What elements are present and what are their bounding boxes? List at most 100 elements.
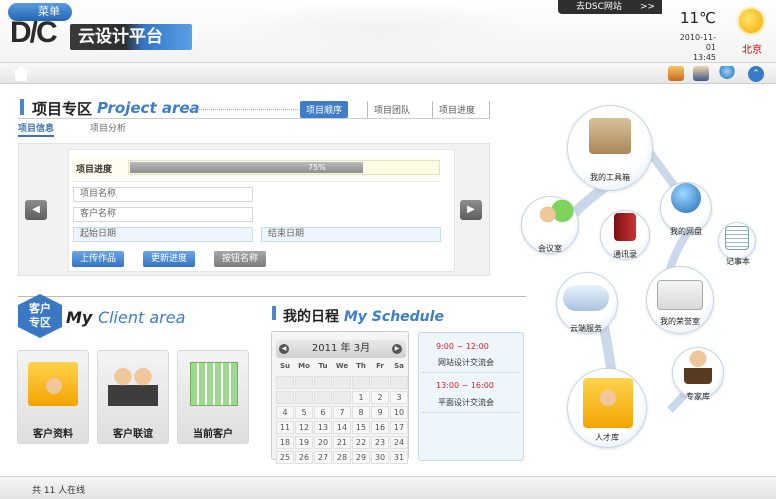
calendar-day[interactable]: 23 bbox=[371, 436, 389, 449]
subtab-project-analysis[interactable]: 项目分析 bbox=[90, 121, 126, 134]
city: 北京 bbox=[742, 45, 762, 56]
cloud-icon bbox=[563, 285, 609, 311]
visit-site-link[interactable]: 去DSC网站 >> bbox=[558, 0, 662, 14]
calendar-day[interactable]: 14 bbox=[333, 421, 351, 434]
bubble-label: 专家库 bbox=[686, 392, 710, 401]
client-name-field[interactable]: 客户名称 bbox=[73, 207, 253, 222]
schedule-title-en: My Schedule bbox=[343, 309, 444, 325]
calendar-day[interactable]: 2 bbox=[371, 391, 389, 404]
next-month-icon[interactable]: ▶ bbox=[392, 344, 402, 354]
calendar-day[interactable]: 6 bbox=[314, 406, 332, 419]
badge-line: 专区 bbox=[29, 316, 51, 329]
event-name[interactable]: 平面设计交流会 bbox=[438, 397, 494, 408]
menu-bar bbox=[0, 62, 776, 84]
date: 2010-11-01 bbox=[679, 33, 716, 52]
client-info-label: 客户资料 bbox=[33, 429, 73, 440]
calendar-day bbox=[276, 376, 294, 389]
calendar-day[interactable]: 27 bbox=[314, 451, 332, 464]
home-icon-body bbox=[15, 73, 27, 81]
graduate-icon bbox=[583, 378, 633, 428]
calendar-day[interactable]: 16 bbox=[371, 421, 389, 434]
logo: D/C bbox=[10, 16, 58, 49]
bubble-label: 通讯录 bbox=[613, 250, 637, 259]
calendar-day[interactable]: 13 bbox=[314, 421, 332, 434]
event-name[interactable]: 网站设计交流会 bbox=[438, 357, 494, 368]
calendar-day bbox=[352, 376, 370, 389]
divider bbox=[189, 109, 298, 110]
globe-icon bbox=[671, 183, 701, 213]
badge-line: 客户 bbox=[29, 302, 51, 315]
prev-month-icon[interactable]: ◀ bbox=[279, 344, 289, 354]
folder-user-icon-person bbox=[46, 378, 62, 394]
calendar-day[interactable]: 24 bbox=[390, 436, 408, 449]
calendar-day[interactable]: 11 bbox=[276, 421, 294, 434]
calendar-day[interactable]: 22 bbox=[352, 436, 370, 449]
calendar-header: 2011 年 3月 bbox=[276, 340, 406, 358]
house-icon[interactable] bbox=[668, 66, 684, 81]
generic-button[interactable]: 按钮名称 bbox=[214, 251, 266, 267]
calendar-day[interactable]: 25 bbox=[276, 451, 294, 464]
toolbox-icon bbox=[589, 118, 631, 154]
section-marker bbox=[272, 306, 276, 320]
bubble-label: 我的网盘 bbox=[670, 227, 702, 236]
tab-project-progress[interactable]: 项目进度 bbox=[432, 101, 491, 118]
progress-percent: 75% bbox=[308, 163, 326, 172]
event-time: 9:00 ~ 12:00 bbox=[436, 342, 489, 351]
divider bbox=[18, 296, 526, 297]
progress-label: 项目进度 bbox=[76, 165, 113, 175]
upload-button[interactable]: 上传作品 bbox=[72, 251, 124, 267]
schedule-title-cn: 我的日程 bbox=[283, 309, 339, 325]
calendar-day bbox=[333, 391, 351, 404]
calendar-day[interactable]: 26 bbox=[295, 451, 313, 464]
calendar-people-icon bbox=[190, 362, 238, 406]
calendar-day[interactable]: 18 bbox=[276, 436, 294, 449]
user-icon[interactable] bbox=[693, 66, 709, 81]
subtab-project-info[interactable]: 项目信息 bbox=[18, 121, 55, 137]
pin-icon[interactable] bbox=[719, 66, 735, 81]
calendar-day[interactable]: 21 bbox=[333, 436, 351, 449]
calendar-day[interactable]: 15 bbox=[352, 421, 370, 434]
calendar-day[interactable]: 31 bbox=[390, 451, 408, 464]
bubble-label: 我的工具箱 bbox=[590, 173, 630, 182]
start-date-field[interactable]: 起始日期 bbox=[73, 227, 253, 242]
calendar-day[interactable]: 19 bbox=[295, 436, 313, 449]
sun-icon bbox=[739, 9, 763, 33]
tab-project-team[interactable]: 项目团队 bbox=[367, 101, 416, 118]
calendar-weekday: Su bbox=[279, 362, 291, 370]
temperature: 11℃ bbox=[680, 9, 716, 27]
brand-name: 云设计平台 bbox=[70, 24, 192, 50]
calendar-day[interactable]: 3 bbox=[390, 391, 408, 404]
calendar-day[interactable]: 5 bbox=[295, 406, 313, 419]
bubble-label: 记事本 bbox=[726, 257, 750, 266]
calendar-day[interactable]: 8 bbox=[352, 406, 370, 419]
calendar-day[interactable]: 12 bbox=[295, 421, 313, 434]
calendar-day bbox=[295, 376, 313, 389]
expert-icon bbox=[684, 348, 712, 384]
calendar-day bbox=[314, 391, 332, 404]
calendar-day[interactable]: 29 bbox=[352, 451, 370, 464]
schedule-title: 我的日程 My Schedule bbox=[283, 306, 444, 326]
calendar-day[interactable]: 28 bbox=[333, 451, 351, 464]
divider bbox=[422, 372, 520, 373]
next-arrow-icon[interactable]: ▶ bbox=[460, 200, 482, 220]
end-date-field[interactable]: 结束日期 bbox=[261, 227, 441, 242]
project-area-title-en: Project area bbox=[97, 99, 200, 117]
calendar-day[interactable]: 7 bbox=[333, 406, 351, 419]
project-area-title: 项目专区 bbox=[32, 100, 93, 118]
calendar-day[interactable]: 4 bbox=[276, 406, 294, 419]
project-name-field[interactable]: 项目名称 bbox=[73, 187, 253, 202]
menu-button[interactable]: 菜单 bbox=[8, 3, 72, 21]
visit-site-label: 去DSC网站 bbox=[576, 2, 622, 12]
divider bbox=[18, 118, 490, 119]
calendar-day[interactable]: 30 bbox=[371, 451, 389, 464]
prev-arrow-icon[interactable]: ◀ bbox=[25, 200, 47, 220]
scroll-top-icon[interactable]: ⌃ bbox=[748, 66, 764, 82]
update-progress-button[interactable]: 更新进度 bbox=[143, 251, 195, 267]
calendar-day[interactable]: 9 bbox=[371, 406, 389, 419]
calendar-day[interactable]: 17 bbox=[390, 421, 408, 434]
calendar-day[interactable]: 10 bbox=[390, 406, 408, 419]
tab-project-order[interactable]: 项目顺序 bbox=[300, 101, 349, 118]
calendar-day[interactable]: 20 bbox=[314, 436, 332, 449]
calendar-day[interactable]: 1 bbox=[352, 391, 370, 404]
calendar-weekday: Th bbox=[356, 362, 366, 370]
